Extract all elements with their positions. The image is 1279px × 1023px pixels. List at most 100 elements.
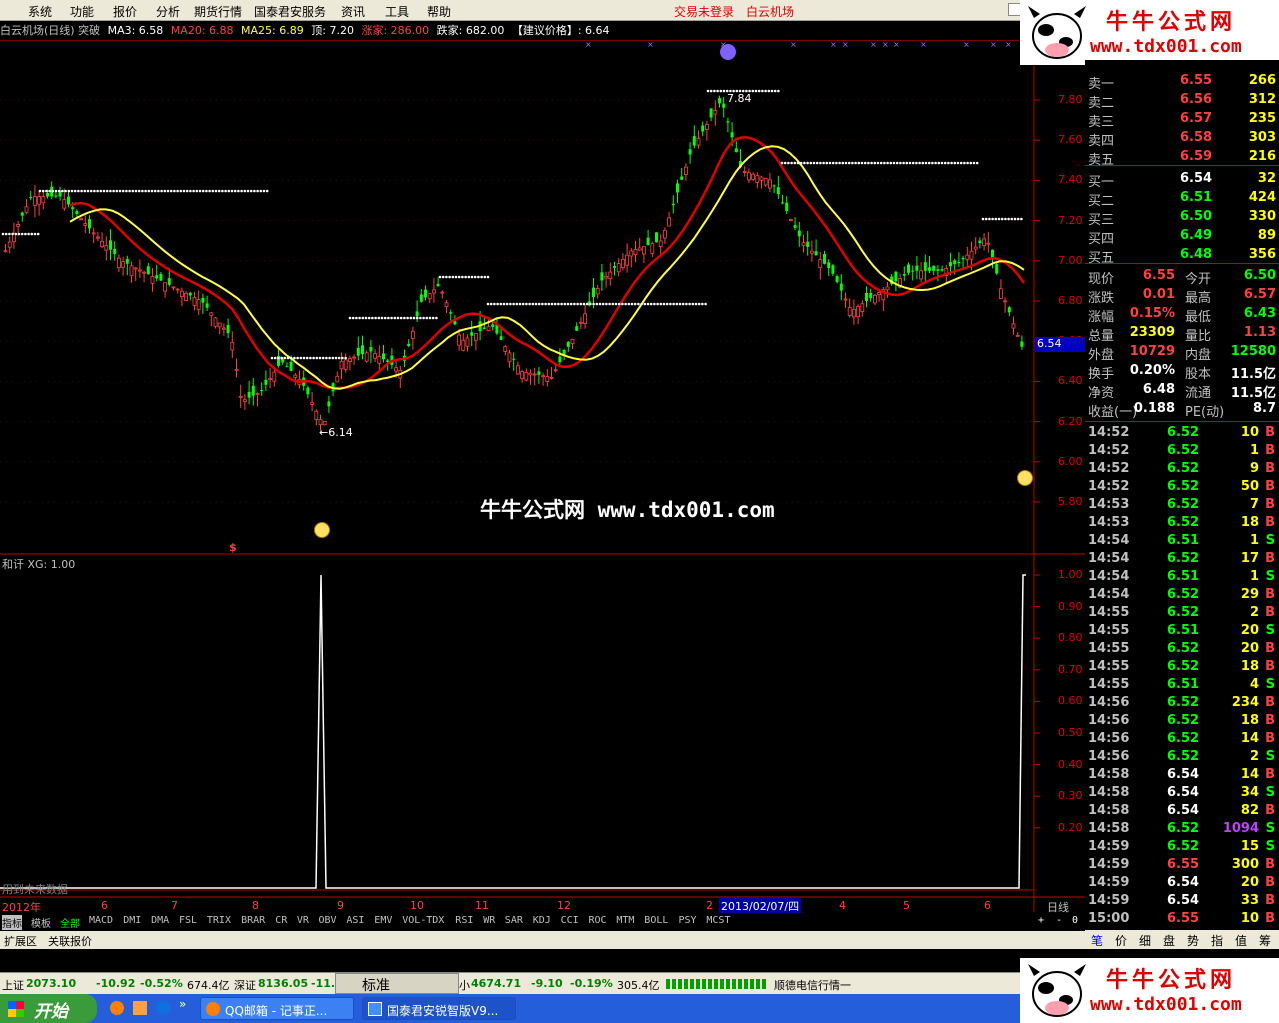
- tick-time: 14:59: [1088, 839, 1130, 854]
- buy-row[interactable]: 买四 6.49 89: [1085, 227, 1279, 247]
- stat-value: 11.5亿: [1230, 386, 1276, 401]
- panel-tab-7[interactable]: 筹: [1259, 932, 1271, 949]
- buy-label: 买四: [1088, 232, 1115, 247]
- sell-row[interactable]: 卖二 6.56 312: [1085, 91, 1279, 111]
- tick-row: 14:59 6.52 15 S: [1085, 838, 1279, 856]
- tick-time: 15:00: [1088, 911, 1130, 926]
- indicator-tick: 0.40: [1058, 757, 1083, 771]
- indicator-tab-boll[interactable]: BOLL: [644, 915, 668, 926]
- quicklaunch-arrow-icon[interactable]: »: [179, 997, 186, 1011]
- tick-volume: 18: [1240, 713, 1259, 728]
- buy-row[interactable]: 买二 6.51 424: [1085, 189, 1279, 209]
- panel-tab-5[interactable]: 指: [1211, 932, 1223, 949]
- tick-direction: B: [1265, 875, 1275, 890]
- qqmail-icon: [206, 1002, 220, 1016]
- panel-tab-2[interactable]: 细: [1139, 932, 1151, 949]
- broker-app-icon: [368, 1002, 382, 1016]
- tick-price: 6.54: [1167, 803, 1200, 818]
- start-button[interactable]: 开始: [0, 994, 97, 1023]
- tick-row: 14:52 6.52 1 B: [1085, 442, 1279, 460]
- buy-row[interactable]: 买一 6.54 32: [1085, 170, 1279, 190]
- indicator-tab-brar[interactable]: BRAR: [241, 915, 265, 926]
- zoom-in-button[interactable]: +: [1038, 915, 1044, 926]
- sell-row[interactable]: 卖一 6.55 266: [1085, 72, 1279, 92]
- indicator-tab-wr[interactable]: WR: [483, 915, 495, 926]
- tab-related-quotes[interactable]: 关联报价: [48, 933, 92, 949]
- reset-button[interactable]: 0: [1072, 915, 1078, 926]
- tick-price: 6.52: [1167, 425, 1200, 440]
- low-annotation: ←6.14: [319, 426, 353, 439]
- tick-row: 14:56 6.52 234 B: [1085, 694, 1279, 712]
- indicator-tab-emv[interactable]: EMV: [374, 915, 392, 926]
- tick-price: 6.55: [1167, 857, 1200, 872]
- tick-volume: 50: [1240, 479, 1259, 494]
- panel-tab-4[interactable]: 势: [1187, 932, 1199, 949]
- tick-time: 14:52: [1088, 425, 1130, 440]
- quicklaunch-icon-3[interactable]: [156, 1001, 170, 1015]
- tab-extension-area[interactable]: 扩展区: [4, 933, 37, 949]
- tick-time: 14:59: [1088, 875, 1130, 890]
- tick-time: 14:59: [1088, 893, 1130, 908]
- tick-direction: B: [1265, 587, 1275, 602]
- sell-row[interactable]: 卖四 6.58 303: [1085, 129, 1279, 149]
- indicator-tick: 1.00: [1058, 568, 1083, 581]
- panel-tab-0[interactable]: 笔: [1091, 932, 1103, 949]
- tick-price: 6.52: [1167, 497, 1200, 512]
- mode-toolbar: [335, 973, 459, 994]
- tick-time: 14:58: [1088, 821, 1130, 836]
- indicator-tab-dmi[interactable]: DMI: [123, 915, 141, 926]
- mode-standard-button[interactable]: 标准: [362, 975, 390, 995]
- tick-volume: 34: [1240, 785, 1259, 800]
- indicator-tab-rsi[interactable]: RSI: [455, 915, 473, 926]
- indicator-tab-roc[interactable]: ROC: [589, 915, 607, 926]
- current-price-tag: 6.54: [1035, 337, 1085, 352]
- tick-time: 14:58: [1088, 785, 1130, 800]
- indicator-tab-trix[interactable]: TRIX: [207, 915, 231, 926]
- quicklaunch-icon-2[interactable]: [133, 1001, 147, 1015]
- indicator-tab-模板[interactable]: 模板: [31, 915, 51, 930]
- tick-direction: B: [1265, 605, 1275, 620]
- stat-label: PE(动): [1185, 405, 1225, 420]
- indicator-tab-obv[interactable]: OBV: [319, 915, 337, 926]
- panel-tab-1[interactable]: 价: [1115, 932, 1127, 949]
- small-pct: -0.19%: [570, 977, 613, 990]
- server-name[interactable]: 顺德电信行情一: [774, 977, 851, 993]
- tick-direction: S: [1265, 623, 1275, 638]
- indicator-tab-kdj[interactable]: KDJ: [533, 915, 551, 926]
- indicator-tab-vol-tdx[interactable]: VOL-TDX: [402, 915, 444, 926]
- sell-price: 6.55: [1180, 73, 1213, 88]
- tick-price: 6.54: [1167, 893, 1200, 908]
- indicator-tab-cr[interactable]: CR: [275, 915, 287, 926]
- indicator-tab-fsl[interactable]: FSL: [179, 915, 197, 926]
- buy-row[interactable]: 买五 6.48 356: [1085, 246, 1279, 266]
- panel-tab-3[interactable]: 盘: [1163, 932, 1175, 949]
- task-qqmail[interactable]: QQ邮箱 - 记事正...: [200, 997, 354, 1020]
- sell-row[interactable]: 卖三 6.57 235: [1085, 110, 1279, 130]
- indicator-tab-asi[interactable]: ASI: [346, 915, 364, 926]
- tick-direction: B: [1265, 515, 1275, 530]
- indicator-tab-dma[interactable]: DMA: [151, 915, 169, 926]
- stat-label: 涨幅: [1088, 310, 1115, 325]
- tick-volume: 18: [1240, 659, 1259, 674]
- quicklaunch-icon-1[interactable]: [110, 1001, 124, 1015]
- indicator-tab-vr[interactable]: VR: [297, 915, 309, 926]
- panel-divider: [1085, 421, 1279, 422]
- sell-row[interactable]: 卖五 6.59 216: [1085, 148, 1279, 168]
- indicator-tab-psy[interactable]: PSY: [679, 915, 697, 926]
- buy-row[interactable]: 买三 6.50 330: [1085, 208, 1279, 228]
- indicator-tab-macd[interactable]: MACD: [89, 915, 113, 926]
- indicator-tab-mcst[interactable]: MCST: [706, 915, 730, 926]
- indicator-tab-指标[interactable]: 指标: [2, 915, 22, 930]
- task-broker-app[interactable]: 国泰君安锐智版V9...: [362, 997, 516, 1020]
- zoom-out-button[interactable]: -: [1056, 915, 1062, 926]
- indicator-tab-mtm[interactable]: MTM: [616, 915, 634, 926]
- buy-label: 买三: [1088, 213, 1115, 228]
- indicator-tab-cci[interactable]: CCI: [561, 915, 579, 926]
- tick-volume: 20: [1240, 623, 1259, 638]
- panel-tab-6[interactable]: 值: [1235, 932, 1247, 949]
- tick-volume: 7: [1249, 497, 1259, 512]
- indicator-tab-sar[interactable]: SAR: [505, 915, 523, 926]
- indicator-tab-全部[interactable]: 全部: [60, 915, 80, 930]
- candlestick-chart[interactable]: ×××××××××××××: [0, 0, 1085, 912]
- ma25-line: [69, 145, 1025, 390]
